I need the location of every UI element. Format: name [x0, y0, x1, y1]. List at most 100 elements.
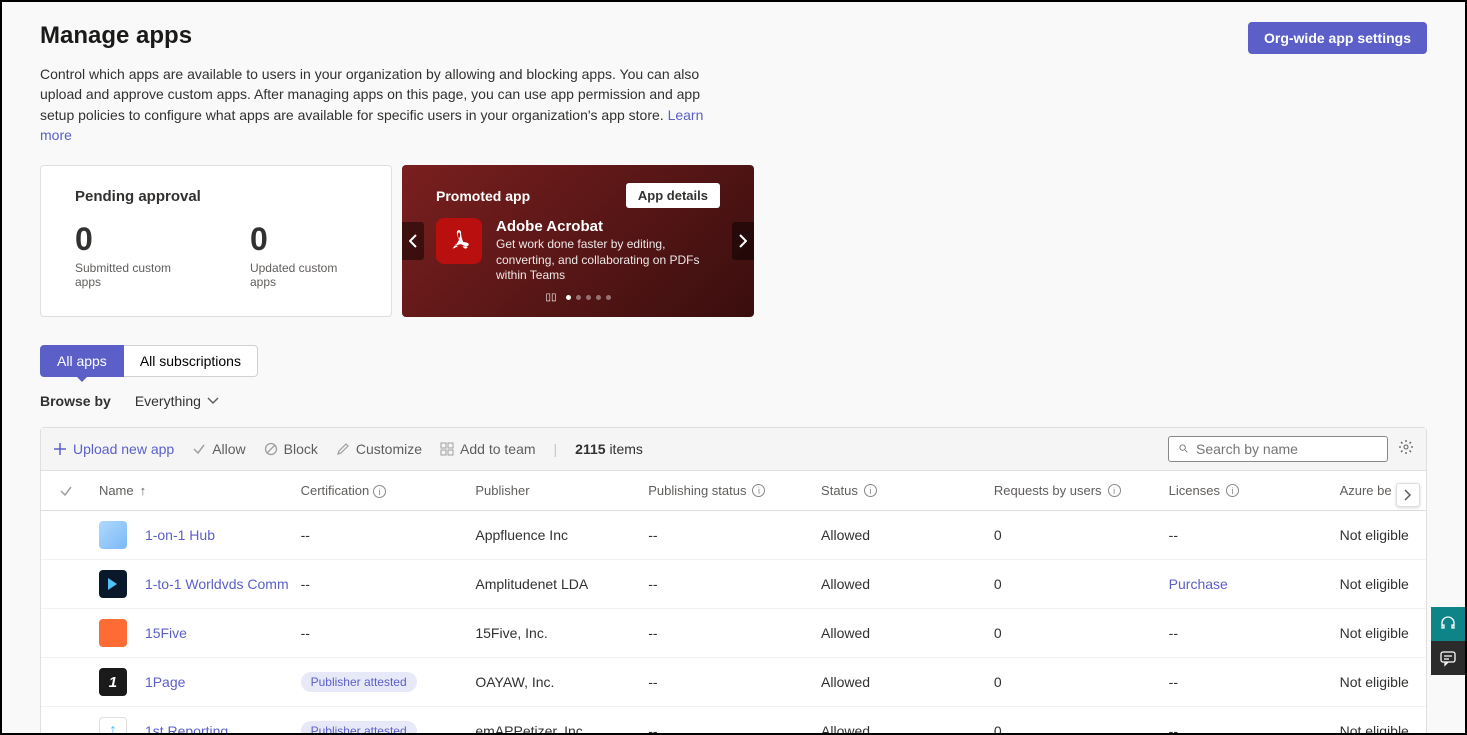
- page-description: Control which apps are available to user…: [40, 64, 720, 145]
- cell-requests: 0: [994, 625, 1169, 641]
- submitted-label: Submitted custom apps: [75, 261, 190, 289]
- pending-approval-card: Pending approval 0 Submitted custom apps…: [40, 165, 392, 317]
- promo-app-description: Get work done faster by editing, convert…: [496, 237, 720, 284]
- cell-status: Allowed: [821, 674, 994, 690]
- info-icon[interactable]: i: [752, 484, 765, 497]
- browse-by-dropdown[interactable]: Everything: [135, 393, 219, 409]
- app-details-button[interactable]: App details: [626, 183, 720, 208]
- tab-all-subscriptions[interactable]: All subscriptions: [124, 345, 258, 377]
- table-row[interactable]: 11PagePublisher attestedOAYAW, Inc.--All…: [41, 658, 1426, 707]
- column-licenses[interactable]: Licenses i: [1169, 483, 1340, 499]
- allow-button[interactable]: Allow: [192, 441, 245, 457]
- info-icon[interactable]: i: [373, 485, 386, 498]
- updated-count: 0: [250, 223, 357, 255]
- upload-label: Upload new app: [73, 441, 174, 457]
- scroll-right-button[interactable]: [1396, 483, 1420, 507]
- cell-certification: --: [301, 576, 476, 592]
- checkmark-icon[interactable]: [59, 484, 73, 498]
- block-icon: [264, 442, 278, 456]
- carousel-prev-button[interactable]: [402, 222, 424, 260]
- carousel-dot[interactable]: [606, 295, 611, 300]
- carousel-dot[interactable]: [576, 295, 581, 300]
- tab-all-apps[interactable]: All apps: [40, 345, 124, 377]
- cell-requests: 0: [994, 527, 1169, 543]
- column-certification[interactable]: Certification i: [301, 483, 476, 499]
- cell-requests: 0: [994, 674, 1169, 690]
- app-name-link[interactable]: 1-on-1 Hub: [145, 527, 215, 543]
- cell-publisher: Appfluence Inc: [475, 527, 648, 543]
- carousel-dot[interactable]: [596, 295, 601, 300]
- app-name-link[interactable]: 1Page: [145, 674, 185, 690]
- cell-certification: --: [301, 527, 476, 543]
- info-icon[interactable]: i: [1226, 484, 1239, 497]
- plus-icon: [53, 442, 67, 456]
- table-row[interactable]: 1-to-1 Worldvds Comm--Amplitudenet LDA--…: [41, 560, 1426, 609]
- table-row[interactable]: 15Five--15Five, Inc.--Allowed0--Not elig…: [41, 609, 1426, 658]
- column-publisher[interactable]: Publisher: [475, 483, 648, 499]
- customize-button[interactable]: Customize: [336, 441, 422, 457]
- certification-badge: Publisher attested: [301, 721, 417, 733]
- cell-azure: Not eligible: [1340, 674, 1426, 690]
- info-icon[interactable]: i: [1108, 484, 1121, 497]
- adobe-acrobat-icon: [436, 218, 482, 264]
- carousel-dots: ▯▯: [436, 292, 720, 303]
- cell-publisher: OAYAW, Inc.: [475, 674, 648, 690]
- cell-azure: Not eligible: [1340, 723, 1426, 733]
- cell-licenses: Purchase: [1169, 576, 1340, 592]
- updated-label: Updated custom apps: [250, 261, 357, 289]
- cell-azure: Not eligible: [1340, 625, 1426, 641]
- grid-icon: [440, 442, 454, 456]
- cell-licenses: --: [1169, 527, 1340, 543]
- org-wide-settings-button[interactable]: Org-wide app settings: [1248, 22, 1427, 54]
- headset-icon: [1439, 615, 1457, 633]
- cell-requests: 0: [994, 723, 1169, 733]
- promo-app-name: Adobe Acrobat: [496, 218, 720, 235]
- cell-publishing-status: --: [648, 723, 821, 733]
- purchase-link[interactable]: Purchase: [1169, 576, 1228, 592]
- add-to-team-label: Add to team: [460, 441, 536, 457]
- customize-label: Customize: [356, 441, 422, 457]
- help-widget-button[interactable]: [1431, 607, 1465, 641]
- search-box[interactable]: [1168, 436, 1388, 462]
- add-to-team-button[interactable]: Add to team: [440, 441, 536, 457]
- pause-icon[interactable]: ▯▯: [545, 292, 556, 303]
- app-icon: 1: [99, 668, 127, 696]
- table-settings-button[interactable]: [1398, 439, 1414, 458]
- upload-new-app-button[interactable]: Upload new app: [53, 441, 174, 457]
- column-name[interactable]: Name ↑: [91, 483, 301, 499]
- cell-status: Allowed: [821, 625, 994, 641]
- carousel-next-button[interactable]: [732, 222, 754, 260]
- column-status[interactable]: Status i: [821, 483, 994, 499]
- column-publishing-status[interactable]: Publishing status i: [648, 483, 821, 499]
- info-icon[interactable]: i: [864, 484, 877, 497]
- table-row[interactable]: 1-on-1 Hub--Appfluence Inc--Allowed0--No…: [41, 511, 1426, 560]
- cell-requests: 0: [994, 576, 1169, 592]
- cell-publisher: 15Five, Inc.: [475, 625, 648, 641]
- cell-publisher: Amplitudenet LDA: [475, 576, 648, 592]
- cell-certification: Publisher attested: [301, 721, 476, 733]
- item-count: 2115 items: [575, 441, 643, 457]
- toolbar-divider: |: [554, 441, 558, 457]
- column-requests[interactable]: Requests by users i: [994, 483, 1169, 499]
- app-icon: [99, 570, 127, 598]
- cell-azure: Not eligible: [1340, 576, 1426, 592]
- carousel-dot[interactable]: [586, 295, 591, 300]
- promoted-app-card: Promoted app App details Adobe Acrobat G…: [402, 165, 754, 317]
- pending-title: Pending approval: [75, 188, 357, 205]
- table-row[interactable]: ↑1st ReportingPublisher attestedemAPPeti…: [41, 707, 1426, 733]
- app-name-link[interactable]: 1st Reporting: [145, 723, 228, 733]
- cell-certification: --: [301, 625, 476, 641]
- chevron-down-icon: [207, 397, 219, 405]
- cell-publishing-status: --: [648, 527, 821, 543]
- carousel-dot[interactable]: [566, 295, 571, 300]
- app-name-link[interactable]: 15Five: [145, 625, 187, 641]
- cell-licenses: --: [1169, 625, 1340, 641]
- feedback-widget-button[interactable]: [1431, 641, 1465, 675]
- search-input[interactable]: [1196, 441, 1377, 457]
- search-icon: [1179, 441, 1188, 456]
- sort-up-icon: ↑: [140, 483, 147, 498]
- app-name-link[interactable]: 1-to-1 Worldvds Comm: [145, 576, 289, 592]
- cell-status: Allowed: [821, 723, 994, 733]
- cell-publishing-status: --: [648, 674, 821, 690]
- block-button[interactable]: Block: [264, 441, 318, 457]
